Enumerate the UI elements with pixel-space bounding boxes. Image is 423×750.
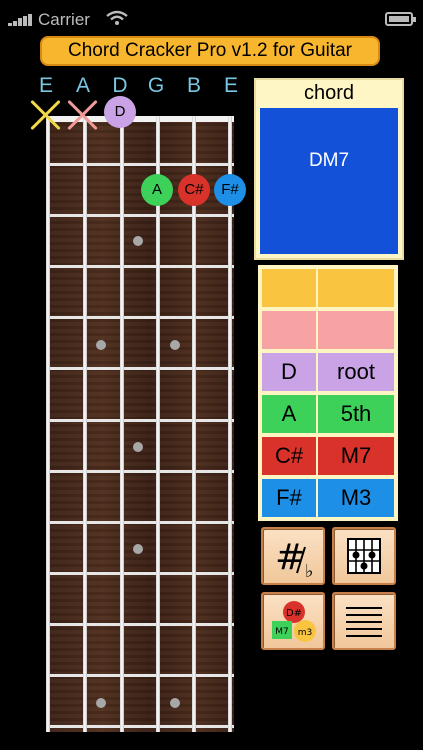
string-d[interactable] xyxy=(120,116,124,732)
string-b[interactable] xyxy=(192,116,196,732)
fret xyxy=(46,316,234,319)
fret xyxy=(46,674,234,677)
string-name-high-e: E xyxy=(223,74,238,97)
fret xyxy=(46,419,234,422)
note-marker-f-sharp[interactable]: F# xyxy=(214,174,246,206)
fret xyxy=(46,163,234,166)
signal-icon xyxy=(8,14,34,26)
fretboard[interactable] xyxy=(46,116,234,732)
menu-button[interactable] xyxy=(332,592,396,650)
string-name-a: A xyxy=(75,74,90,97)
string-name-g: G xyxy=(147,74,165,97)
fret xyxy=(46,214,234,217)
interval-note-cell: A xyxy=(262,395,316,433)
interval-note-cell: F# xyxy=(262,479,316,517)
fret-inlay-dot xyxy=(133,442,143,452)
chord-chart-button[interactable] xyxy=(332,527,396,585)
interval-name-cell: M3 xyxy=(318,479,394,517)
interval-name-cell xyxy=(318,311,394,349)
interval-note-cell xyxy=(262,269,316,307)
fret xyxy=(46,470,234,473)
fret xyxy=(46,725,234,728)
note-marker-a[interactable]: A xyxy=(141,174,173,206)
menu-lines-icon xyxy=(346,607,382,637)
fret-inlay-dot xyxy=(170,340,180,350)
fret-inlay-dot xyxy=(96,340,106,350)
chord-diagram-icon xyxy=(347,538,381,574)
string-g[interactable] xyxy=(156,116,160,732)
string-name-d: D xyxy=(112,74,128,97)
interval-note-cell xyxy=(262,311,316,349)
fret-inlay-dot xyxy=(133,236,143,246)
interval-name-cell: 5th xyxy=(318,395,394,433)
fret-inlay-dot xyxy=(96,698,106,708)
svg-text:M7: M7 xyxy=(275,627,289,637)
interval-name-cell xyxy=(318,269,394,307)
carrier-label: Carrier xyxy=(38,10,90,29)
interval-grid: D root A 5th C# M7 F# M3 xyxy=(258,265,398,521)
chord-panel: chord DM7 xyxy=(254,78,404,260)
interval-note-cell: C# xyxy=(262,437,316,475)
string-name-b: B xyxy=(186,74,201,97)
interval-name-cell: root xyxy=(318,353,394,391)
status-bar: Carrier xyxy=(0,0,423,38)
svg-text:#: # xyxy=(275,537,305,578)
string-name-low-e: E xyxy=(38,74,53,97)
string-high-e[interactable] xyxy=(228,116,232,732)
chord-legend-button[interactable]: D# M7 m3 xyxy=(261,592,325,650)
svg-text:m3: m3 xyxy=(298,628,313,638)
fret xyxy=(46,623,234,626)
wifi-icon xyxy=(106,10,128,25)
fret xyxy=(46,521,234,524)
app-title: Chord Cracker Pro v1.2 for Guitar xyxy=(40,36,380,66)
battery-icon xyxy=(385,12,416,26)
fret-inlay-dot xyxy=(133,544,143,554)
interval-name-cell: M7 xyxy=(318,437,394,475)
muted-string-low-e-icon[interactable] xyxy=(28,97,64,133)
chord-header: chord xyxy=(303,82,355,104)
sharp-flat-icon: # ♭ xyxy=(275,537,314,582)
svg-text:♭: ♭ xyxy=(305,561,314,582)
note-marker-c-sharp[interactable]: C# xyxy=(178,174,210,206)
interval-note-cell: D xyxy=(262,353,316,391)
fret xyxy=(46,265,234,268)
chord-name-display[interactable]: DM7 xyxy=(260,108,398,254)
chord-tones-icon: D# M7 m3 xyxy=(272,601,316,642)
fret xyxy=(46,367,234,370)
string-low-e[interactable] xyxy=(46,116,50,732)
sharp-flat-toggle-button[interactable]: # ♭ xyxy=(261,527,325,585)
fret-inlay-dot xyxy=(170,698,180,708)
string-a[interactable] xyxy=(83,116,87,732)
open-note-d[interactable]: D xyxy=(104,96,136,128)
svg-text:D#: D# xyxy=(286,608,302,619)
fret xyxy=(46,572,234,575)
muted-string-a-icon[interactable] xyxy=(65,97,101,133)
